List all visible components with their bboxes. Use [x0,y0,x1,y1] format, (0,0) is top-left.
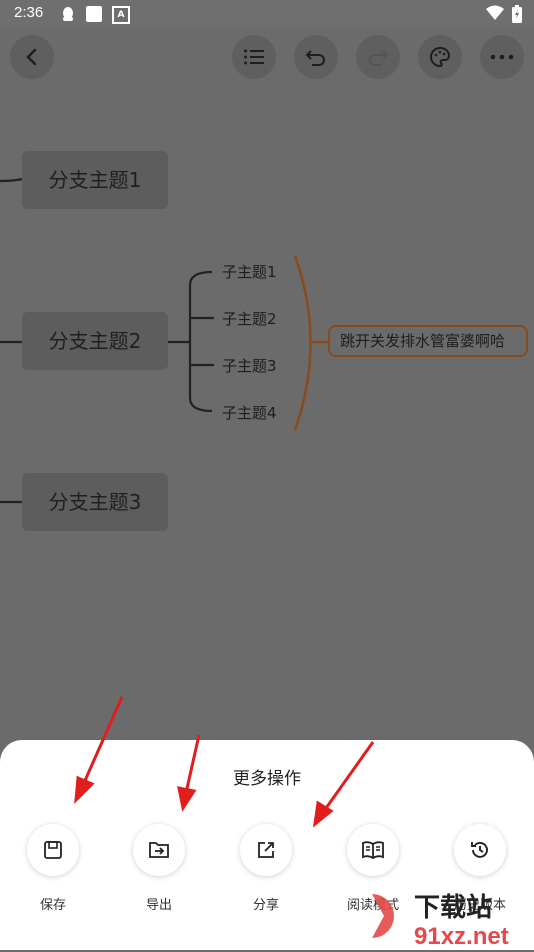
watermark-brand: 下载站 [414,893,492,923]
save-action[interactable]: 保存 [18,824,88,913]
share-icon [258,842,274,858]
outline-button[interactable] [232,35,276,79]
notification-icons: A [60,6,130,24]
sheet-title: 更多操作 [233,769,301,789]
export-icon [149,842,169,858]
more-dots-icon [490,54,514,60]
qq-icon [63,7,73,21]
more-button[interactable] [480,35,524,79]
subtopic-4[interactable]: 子主题4 [222,402,277,423]
mindmap-canvas[interactable]: 分支主题1 分支主题2 分支主题3 子主题1 子主题2 子主题3 子主题4 跳开… [0,80,534,740]
save-icon [44,841,62,859]
undo-button[interactable] [294,35,338,79]
battery-icon [512,5,522,23]
status-bar: 2:36 A [0,0,534,28]
theme-button[interactable] [418,35,462,79]
export-label: 导出 [145,898,172,913]
wifi-icon [486,5,504,20]
redo-button[interactable] [356,35,400,79]
site-watermark: 下载站 91xz.net [362,886,532,950]
share-label: 分享 [252,898,279,913]
watermark-url: 91xz.net [414,923,509,948]
share-button[interactable] [240,824,292,876]
subtopic-3[interactable]: 子主题3 [222,355,277,376]
reading-mode-button[interactable] [347,824,399,876]
undo-icon [305,50,325,66]
chevron-left-icon [26,48,37,66]
book-icon [362,841,384,860]
export-button[interactable] [133,824,185,876]
save-label: 保存 [39,898,66,913]
a-icon: A [112,6,130,24]
share-action[interactable]: 分享 [231,824,301,913]
subtopic-1[interactable]: 子主题1 [222,261,277,282]
branch-topic-3[interactable]: 分支主题3 [22,473,168,531]
branch-topic-2[interactable]: 分支主题2 [22,312,168,370]
subtopic-2[interactable]: 子主题2 [222,308,277,329]
branch-topic-1[interactable]: 分支主题1 [22,151,168,209]
status-time: 2:36 [14,4,44,21]
redo-icon [369,50,389,66]
palette-icon [430,46,451,68]
list-icon [244,49,264,65]
app-icon [86,6,102,22]
history-button[interactable] [454,824,506,876]
watermark-logo: 下载站 91xz.net [372,893,509,950]
export-action[interactable]: 导出 [124,824,194,913]
system-icons [486,5,522,23]
save-button[interactable] [27,824,79,876]
history-icon [471,842,488,858]
summary-callout[interactable]: 跳开关发排水管富婆啊哈 [328,325,528,357]
back-button[interactable] [10,35,54,79]
